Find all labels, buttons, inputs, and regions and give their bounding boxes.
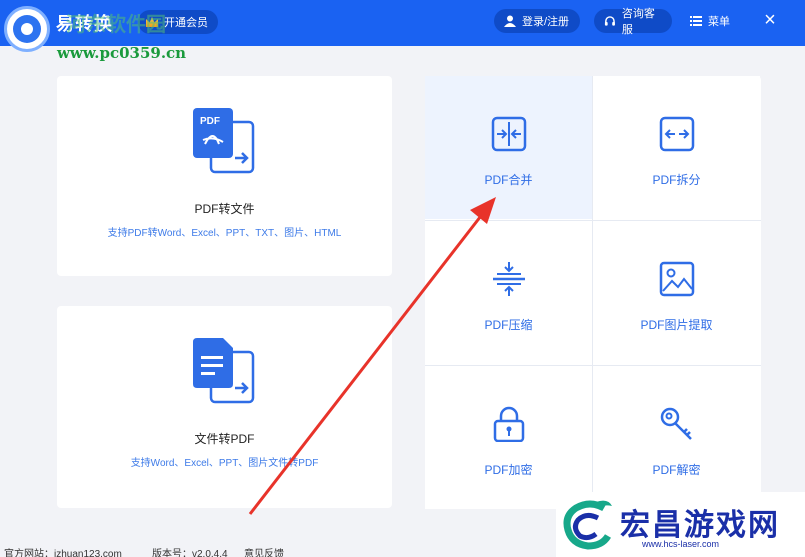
image-icon: [659, 261, 695, 297]
tool-pdf-encrypt[interactable]: PDF加密: [425, 366, 592, 509]
tools-grid: PDF合并 PDF拆分 PDF压缩 PDF图片提取 PDF加密 PDF解密: [425, 76, 761, 509]
tool-pdf-decrypt[interactable]: PDF解密: [593, 366, 760, 509]
svg-text:PDF: PDF: [200, 116, 220, 127]
user-icon: [504, 15, 516, 27]
brand-url: www.hcs-laser.com: [642, 539, 720, 549]
app-logo: [4, 6, 50, 52]
login-button[interactable]: 登录/注册: [494, 9, 580, 33]
watermark-text: 河东软件园: [66, 12, 166, 36]
key-icon: [660, 407, 692, 440]
brand-overlay: 宏昌游戏网 www.hcs-laser.com: [556, 492, 805, 557]
menu-label: 菜单: [708, 16, 730, 28]
tool-label: PDF拆分: [652, 173, 701, 187]
pdf-to-file-title: PDF转文件: [194, 202, 255, 216]
merge-icon: [491, 116, 527, 152]
footer-feedback[interactable]: 意见反馈: [244, 545, 284, 557]
pdf-to-file-subtitle: 支持PDF转Word、Excel、PPT、TXT、图片、HTML: [107, 228, 342, 239]
footer-website[interactable]: 官方网站：izhuan123.com: [4, 545, 122, 557]
watermark-url: www.pc0359.cn: [57, 44, 187, 62]
vip-label: 开通会员: [164, 17, 208, 29]
grid-divider: [425, 365, 761, 366]
brand-name: 宏昌游戏网: [620, 508, 780, 543]
pdf-to-file-card[interactable]: PDF PDF转文件 支持PDF转Word、Excel、PPT、TXT、图片、H…: [57, 76, 392, 276]
tool-label: PDF解密: [652, 463, 701, 477]
tool-label: PDF合并: [484, 173, 533, 187]
tool-pdf-compress[interactable]: PDF压缩: [425, 221, 592, 364]
file-to-pdf-title: 文件转PDF: [194, 432, 255, 446]
consult-label: 咨询客服: [621, 8, 655, 36]
headset-icon: [604, 15, 615, 26]
grid-divider: [592, 76, 593, 509]
grid-divider: [425, 220, 761, 221]
login-label: 登录/注册: [522, 16, 570, 28]
compress-icon: [493, 262, 525, 296]
tool-label: PDF图片提取: [640, 318, 713, 332]
tool-pdf-merge[interactable]: PDF合并: [425, 76, 592, 219]
file-to-pdf-card[interactable]: 文件转PDF 支持Word、Excel、PPT、图片文件转PDF: [57, 306, 392, 508]
file-convert-icon: [193, 338, 255, 404]
brand-logo-icon: [563, 500, 612, 550]
tool-pdf-image-extract[interactable]: PDF图片提取: [593, 221, 760, 364]
tool-pdf-split[interactable]: PDF拆分: [593, 76, 760, 219]
file-to-pdf-subtitle: 支持Word、Excel、PPT、图片文件转PDF: [130, 458, 319, 469]
consult-button[interactable]: 咨询客服: [594, 8, 672, 36]
footer-version: 版本号：v2.0.4.4: [152, 549, 228, 557]
lock-icon: [493, 406, 525, 442]
menu-icon: [690, 16, 702, 26]
split-icon: [659, 116, 695, 152]
pdf-convert-icon: PDF: [193, 108, 255, 174]
tool-label: PDF压缩: [484, 318, 533, 332]
menu-button[interactable]: 菜单: [690, 9, 730, 33]
close-button[interactable]: ×: [760, 10, 780, 30]
tool-label: PDF加密: [484, 463, 533, 477]
